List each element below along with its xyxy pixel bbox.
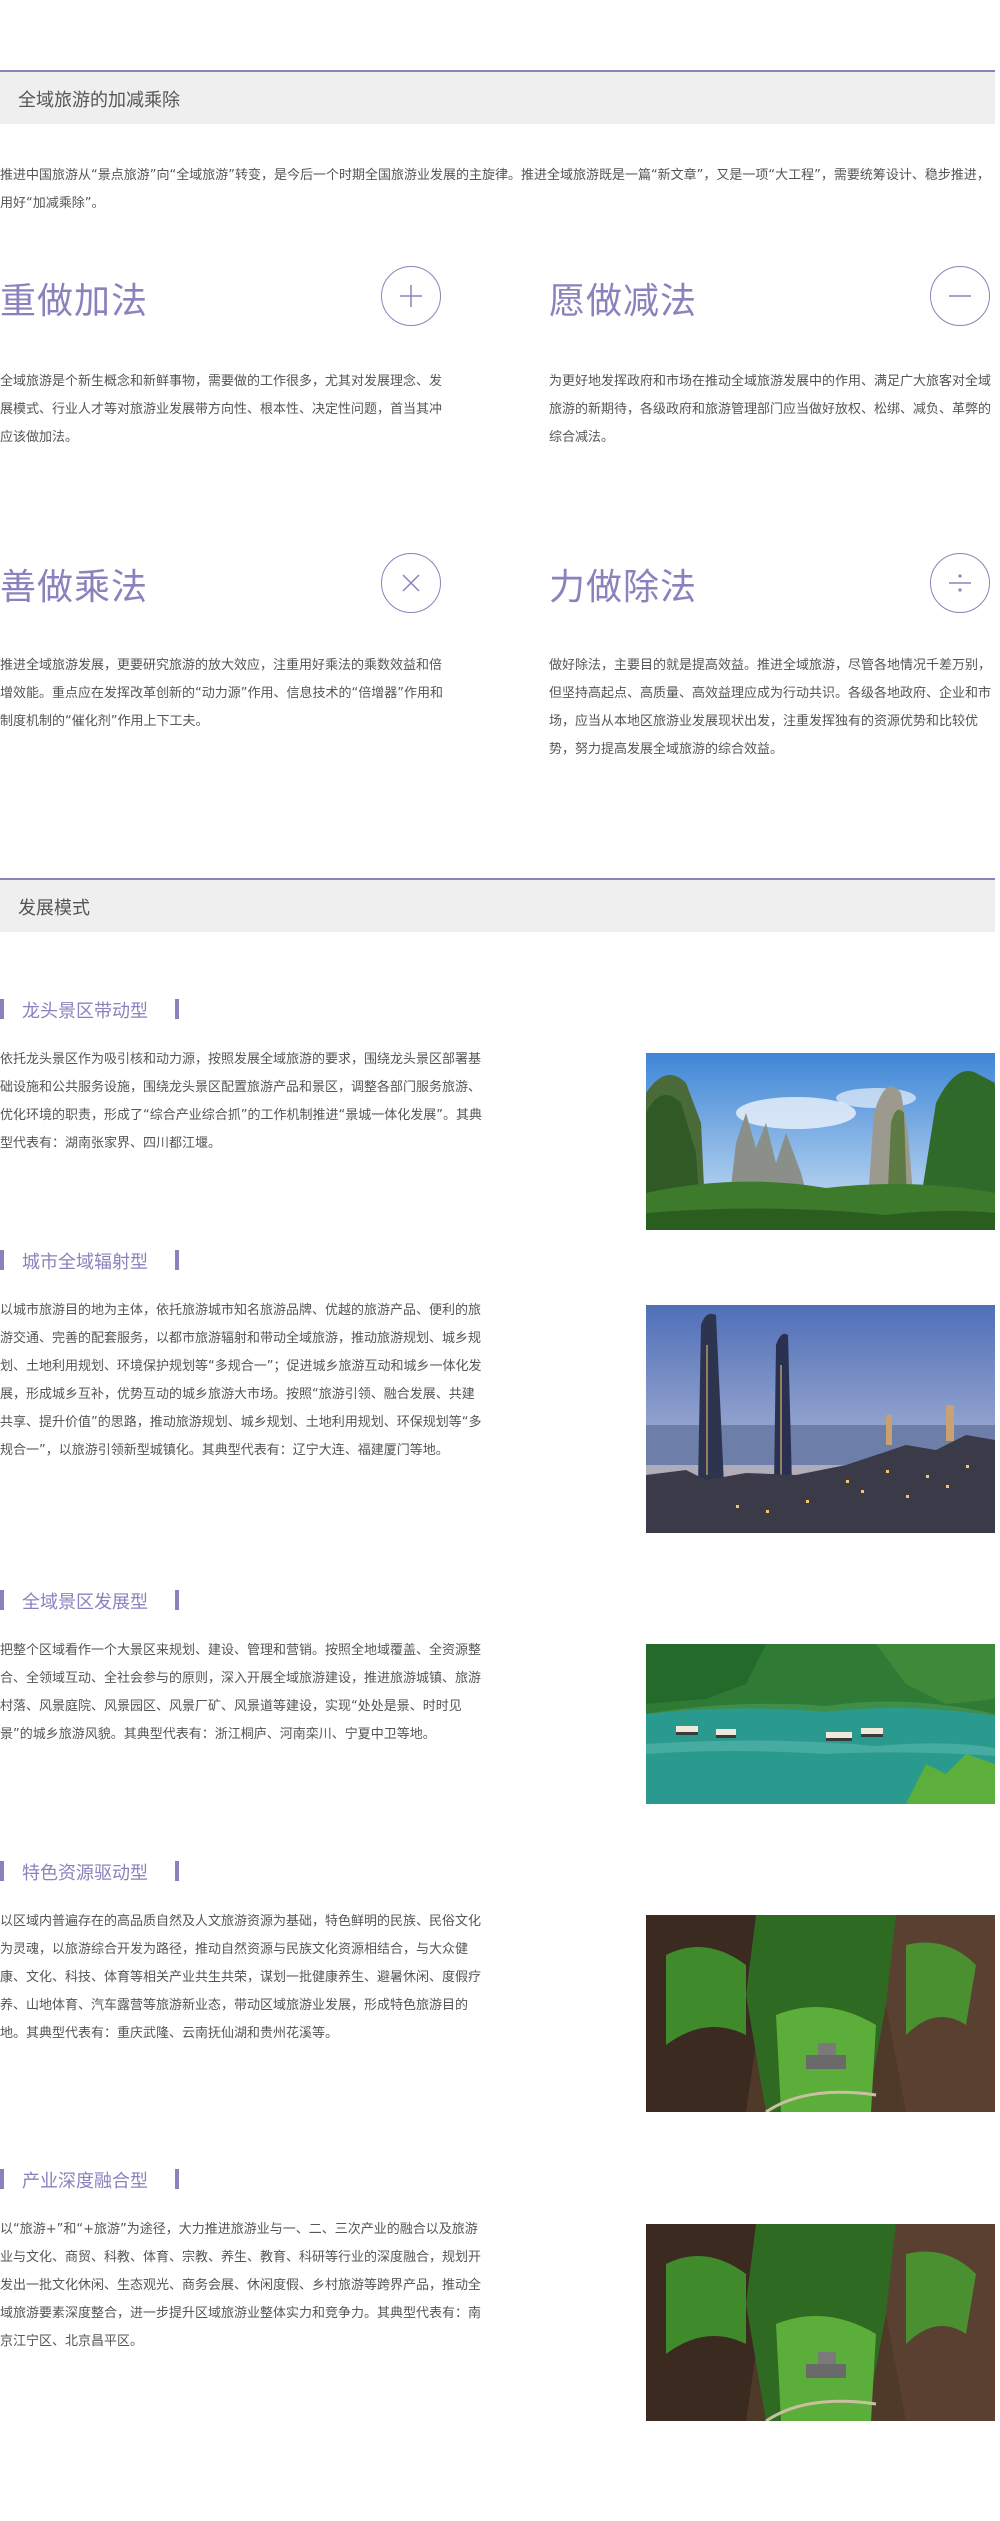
heading-bar-right (175, 2169, 179, 2189)
mode-text: 依托龙头景区作为吸引核和动力源，按照发展全域旅游的要求，围绕龙头景区部署基础设施… (0, 1052, 482, 1151)
op-title-divide: 力做除法 (549, 567, 698, 608)
mode-text: 把整个区域看作一个大景区来规划、建设、管理和营销。按照全地域覆盖、全资源整合、全… (0, 1643, 482, 1742)
heading-bar-right (175, 999, 179, 1019)
heading-bar-left (0, 1250, 4, 1270)
heading-bar-right (175, 1590, 179, 1610)
river-boats-photo (646, 1644, 995, 1804)
op-text-multiply: 推进全域旅游发展，更要研究旅游的放大效应，注重用好乘法的乘数效益和倍增效能。重点… (0, 658, 443, 729)
op-title-subtract: 愿做减法 (549, 281, 698, 322)
mode-title: 产业深度融合型 (22, 2171, 148, 2192)
mode-heading: 城市全域辐射型 (0, 1248, 180, 1274)
divide-icon (930, 553, 990, 613)
section-header-modes: 发展模式 (0, 878, 995, 932)
city-skyline-photo (646, 1305, 995, 1533)
mode-text: 以“旅游+”和“+旅游”为途径，大力推进旅游业与一、二、三次产业的融合以及旅游业… (0, 2222, 482, 2349)
heading-bar-right (175, 1250, 179, 1270)
heading-bar-left (0, 1590, 4, 1610)
mode-text: 以城市旅游目的地为主体，依托旅游城市知名旅游品牌、优越的旅游产品、便利的旅游交通… (0, 1303, 482, 1458)
heading-bar-left (0, 999, 4, 1019)
mode-title: 城市全域辐射型 (22, 1252, 148, 1273)
op-text-subtract: 为更好地发挥政府和市场在推动全域旅游发展中的作用、满足广大旅客对全域旅游的新期待… (549, 374, 992, 445)
karst-mountains-photo (646, 1053, 995, 1230)
mode-heading: 全域景区发展型 (0, 1588, 180, 1614)
section-header-operations: 全域旅游的加减乘除 (0, 70, 995, 124)
multiply-icon (381, 553, 441, 613)
canyon-village-photo (646, 1915, 995, 2112)
heading-bar-left (0, 1861, 4, 1881)
op-title-add: 重做加法 (0, 281, 149, 322)
heading-bar-left (0, 2169, 4, 2189)
op-text-add: 全域旅游是个新生概念和新鲜事物，需要做的工作很多，尤其对发展理念、发展模式、行业… (0, 374, 443, 445)
section-title: 发展模式 (18, 898, 90, 919)
op-title-multiply: 善做乘法 (0, 567, 149, 608)
heading-bar-right (175, 1861, 179, 1881)
mode-title: 龙头景区带动型 (22, 1001, 148, 1022)
intro-paragraph: 推进中国旅游从“景点旅游”向“全域旅游”转变，是今后一个时期全国旅游业发展的主旋… (0, 168, 990, 211)
canyon-village-photo (646, 2224, 995, 2421)
mode-text: 以区域内普遍存在的高品质自然及人文旅游资源为基础，特色鲜明的民族、民俗文化为灵魂… (0, 1914, 482, 2041)
plus-icon (381, 266, 441, 326)
op-text-divide: 做好除法，主要目的就是提高效益。推进全域旅游，尽管各地情况千差万别，但坚持高起点… (549, 658, 992, 757)
minus-icon (930, 266, 990, 326)
mode-heading: 产业深度融合型 (0, 2167, 180, 2193)
section-title: 全域旅游的加减乘除 (18, 90, 180, 111)
mode-heading: 龙头景区带动型 (0, 997, 180, 1023)
mode-title: 全域景区发展型 (22, 1592, 148, 1613)
page: 全域旅游的加减乘除 推进中国旅游从“景点旅游”向“全域旅游”转变，是今后一个时期… (0, 0, 1000, 2521)
mode-heading: 特色资源驱动型 (0, 1859, 180, 1885)
mode-title: 特色资源驱动型 (22, 1863, 148, 1884)
